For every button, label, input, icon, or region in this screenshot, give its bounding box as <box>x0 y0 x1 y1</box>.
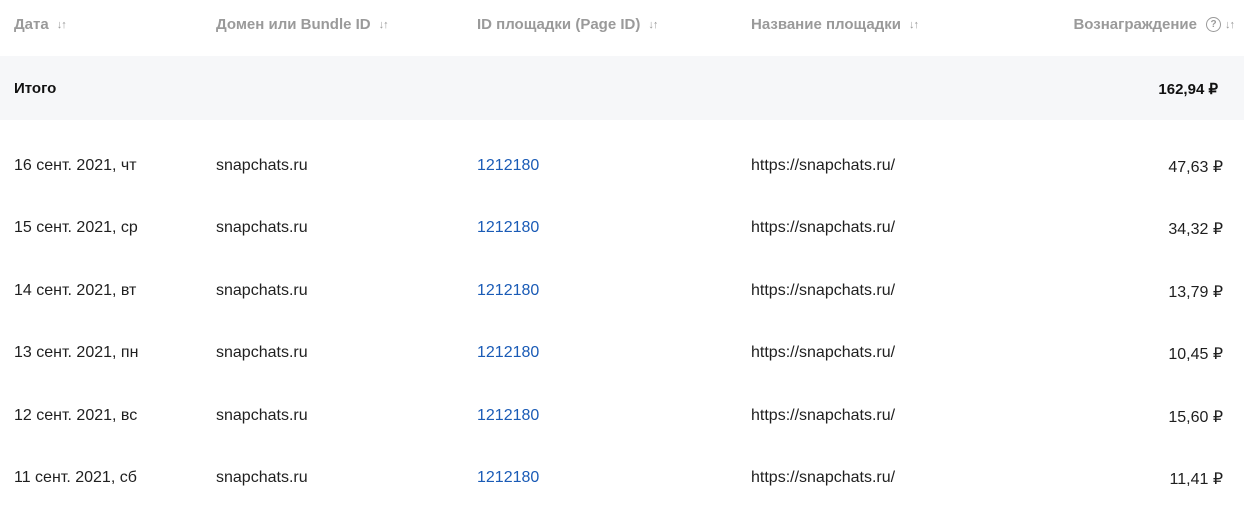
date-cell: 15 сент. 2021, ср <box>14 219 138 236</box>
reward-cell: 11,41 ₽ <box>1169 471 1223 488</box>
page-name-cell: https://snapchats.ru/ <box>751 469 896 486</box>
domain-cell: snapchats.ru <box>216 344 308 361</box>
column-header-label: Вознаграждение <box>1073 16 1197 33</box>
column-header-label: ID площадки (Page ID) <box>477 16 641 33</box>
sort-icon[interactable]: ↓↑ <box>648 19 658 31</box>
column-header-page-id[interactable]: ID площадки (Page ID) ↓↑ <box>477 16 658 33</box>
total-row: Итого 162,94 ₽ <box>0 56 1244 120</box>
table-row: 12 сент. 2021, вс snapchats.ru 1212180 http… <box>0 407 1244 469</box>
column-header-date[interactable]: Дата ↓↑ <box>14 16 67 33</box>
page-id-link[interactable]: 1212180 <box>477 219 539 237</box>
column-header-reward[interactable]: Вознаграждение ? ↓↑ <box>1073 16 1235 33</box>
total-value: 162,94 ₽ <box>1158 81 1218 98</box>
table-header: Дата ↓↑ Домен или Bundle ID ↓↑ ID площад… <box>0 0 1244 54</box>
domain-cell: snapchats.ru <box>216 469 308 486</box>
page-name-cell: https://snapchats.ru/ <box>751 157 896 174</box>
stats-table: Дата ↓↑ Домен или Bundle ID ↓↑ ID площад… <box>0 0 1244 515</box>
help-icon[interactable]: ? <box>1206 17 1221 32</box>
date-cell: 16 сент. 2021, чт <box>14 157 137 174</box>
reward-cell: 34,32 ₽ <box>1168 221 1223 238</box>
reward-cell: 47,63 ₽ <box>1168 159 1223 176</box>
column-header-domain[interactable]: Домен или Bundle ID ↓↑ <box>216 16 389 33</box>
page-id-link[interactable]: 1212180 <box>477 157 539 175</box>
page-id-link[interactable]: 1212180 <box>477 407 539 425</box>
domain-cell: snapchats.ru <box>216 219 308 236</box>
column-header-label: Название площадки <box>751 16 901 33</box>
reward-cell: 10,45 ₽ <box>1168 346 1223 363</box>
date-cell: 14 сент. 2021, вт <box>14 282 137 299</box>
domain-cell: snapchats.ru <box>216 282 308 299</box>
date-cell: 11 сент. 2021, сб <box>14 469 137 486</box>
domain-cell: snapchats.ru <box>216 157 308 174</box>
page-id-link[interactable]: 1212180 <box>477 282 539 300</box>
table-row: 13 сент. 2021, пн snapchats.ru 1212180 http… <box>0 344 1244 406</box>
page-name-cell: https://snapchats.ru/ <box>751 344 896 361</box>
column-header-label: Дата <box>14 16 49 33</box>
domain-cell: snapchats.ru <box>216 407 308 424</box>
table-row: 15 сент. 2021, ср snapchats.ru 1212180 http… <box>0 219 1244 281</box>
page-name-cell: https://snapchats.ru/ <box>751 407 896 424</box>
reward-cell: 15,60 ₽ <box>1168 409 1223 426</box>
sort-icon[interactable]: ↓↑ <box>57 19 67 31</box>
sort-icon[interactable]: ↓↑ <box>1225 19 1235 31</box>
column-header-page-name[interactable]: Название площадки ↓↑ <box>751 16 919 33</box>
total-label: Итого <box>14 80 57 97</box>
date-cell: 13 сент. 2021, пн <box>14 344 139 361</box>
reward-cell: 13,79 ₽ <box>1168 284 1223 301</box>
column-header-label: Домен или Bundle ID <box>216 16 371 33</box>
page-id-link[interactable]: 1212180 <box>477 344 539 362</box>
table-row: 11 сент. 2021, сб snapchats.ru 1212180 http… <box>0 469 1244 531</box>
table-row: 16 сент. 2021, чт snapchats.ru 1212180 http… <box>0 157 1244 219</box>
table-row: 14 сент. 2021, вт snapchats.ru 1212180 http… <box>0 282 1244 344</box>
page-name-cell: https://snapchats.ru/ <box>751 219 896 236</box>
date-cell: 12 сент. 2021, вс <box>14 407 138 424</box>
sort-icon[interactable]: ↓↑ <box>909 19 919 31</box>
sort-icon[interactable]: ↓↑ <box>379 19 389 31</box>
page-id-link[interactable]: 1212180 <box>477 469 539 487</box>
page-name-cell: https://snapchats.ru/ <box>751 282 896 299</box>
